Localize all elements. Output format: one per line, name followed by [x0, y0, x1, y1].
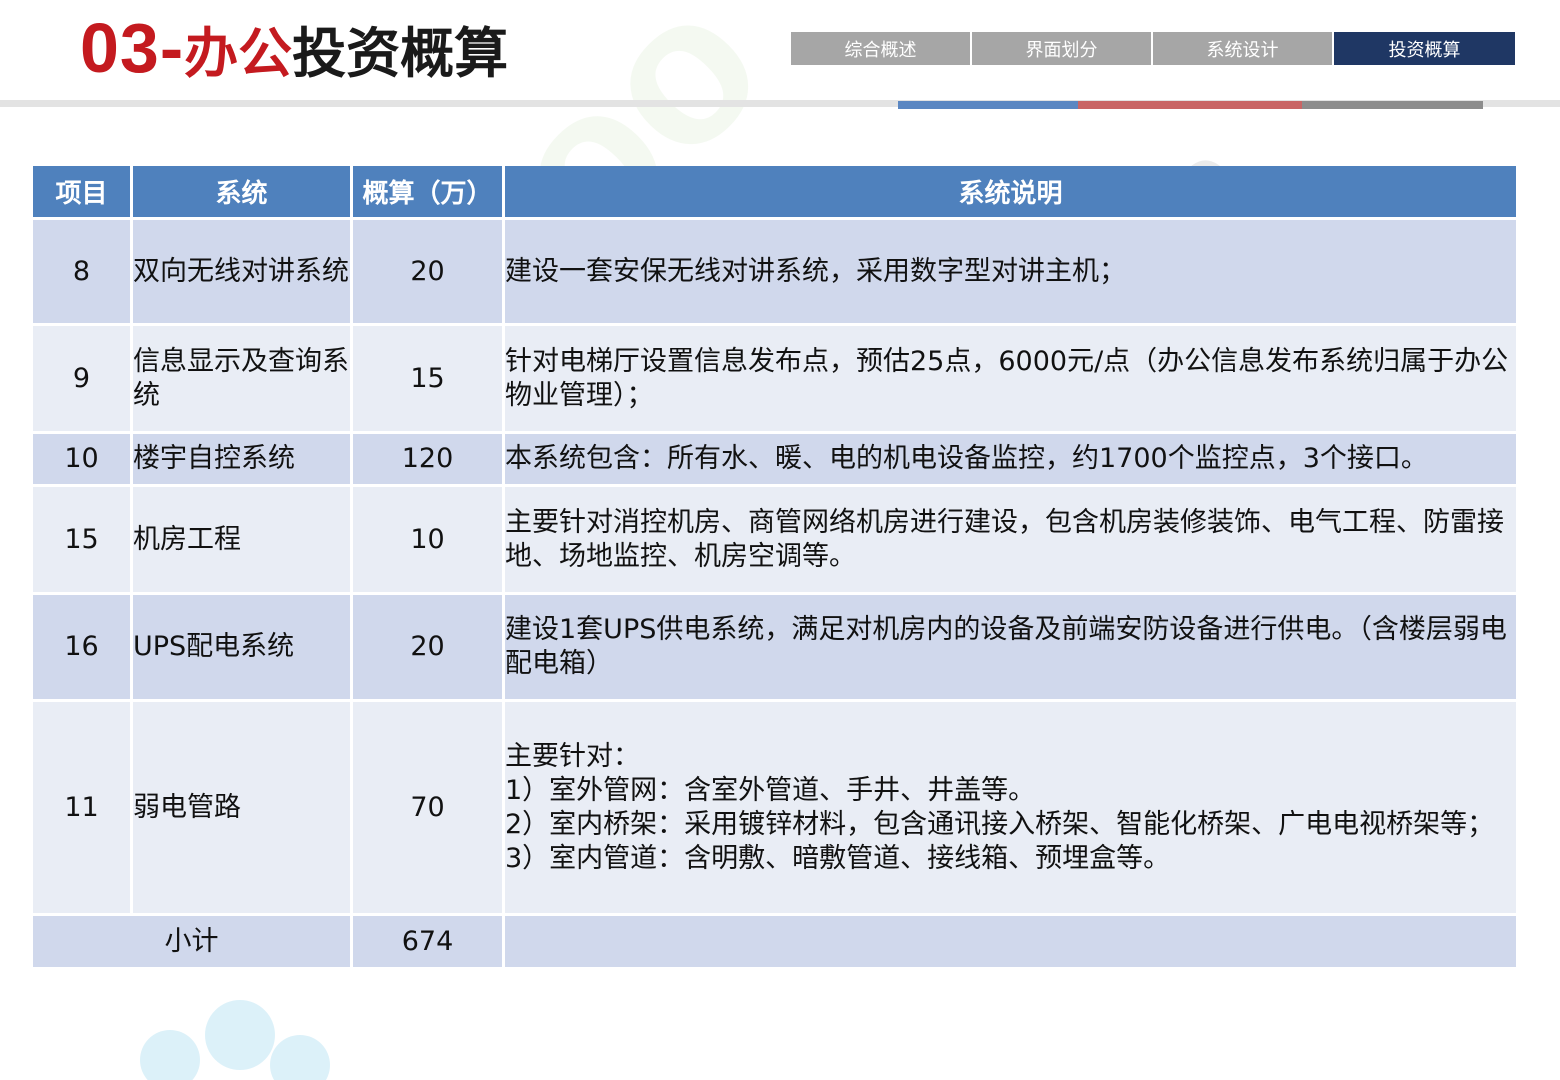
cell-amount: 70 [353, 702, 505, 916]
header-description: 系统说明 [505, 166, 1516, 220]
title-black-text: 投资概算 [292, 22, 509, 85]
decor-petal [205, 1000, 275, 1070]
cell-amount: 20 [353, 220, 505, 326]
subtotal-row: 小计 674 [33, 916, 1516, 970]
cell-system: 双向无线对讲系统 [133, 220, 353, 326]
cell-amount: 20 [353, 595, 505, 702]
cell-description: 主要针对消控机房、商管网络机房进行建设，包含机房装修装饰、电气工程、防雷接地、场… [505, 487, 1516, 595]
header-amount: 概算（万） [353, 166, 505, 220]
divider-accent-red [1078, 101, 1302, 109]
subtotal-description [505, 916, 1516, 970]
decor-petal [270, 1035, 330, 1080]
table-row: 8 双向无线对讲系统 20 建设一套安保无线对讲系统，采用数字型对讲主机； [33, 220, 1516, 326]
description-line: 建设1套UPS供电系统，满足对机房内的设备及前端安防设备进行供电。（含楼层弱电配… [505, 614, 1507, 679]
cell-amount: 10 [353, 487, 505, 595]
cell-item: 16 [33, 595, 133, 702]
table-row: 15 机房工程 10 主要针对消控机房、商管网络机房进行建设，包含机房装修装饰、… [33, 487, 1516, 595]
cell-amount: 15 [353, 326, 505, 434]
decor-petal [140, 1030, 200, 1080]
cell-description: 本系统包含：所有水、暖、电的机电设备监控，约1700个监控点，3个接口。 [505, 434, 1516, 487]
table-row: 11 弱电管路 70 主要针对： 1）室外管网：含室外管道、手井、井盖等。 2）… [33, 702, 1516, 916]
cell-description: 建设一套安保无线对讲系统，采用数字型对讲主机； [505, 220, 1516, 326]
table-row: 16 UPS配电系统 20 建设1套UPS供电系统，满足对机房内的设备及前端安防… [33, 595, 1516, 702]
cell-item: 10 [33, 434, 133, 487]
cell-amount: 120 [353, 434, 505, 487]
tab-investment-estimate[interactable]: 投资概算 [1334, 32, 1515, 65]
description-line: 主要针对： [505, 740, 640, 772]
subtotal-amount: 674 [353, 916, 505, 970]
cell-system: 楼宇自控系统 [133, 434, 353, 487]
title-number: 03- [80, 9, 185, 87]
tab-interface-division[interactable]: 界面划分 [972, 32, 1151, 65]
description-line: 建设一套安保无线对讲系统，采用数字型对讲主机； [505, 255, 1126, 287]
header-system: 系统 [133, 166, 353, 220]
description-line: 1）室外管网：含室外管道、手井、井盖等。 [505, 774, 1036, 806]
table-row: 10 楼宇自控系统 120 本系统包含：所有水、暖、电的机电设备监控，约1700… [33, 434, 1516, 487]
cell-item: 11 [33, 702, 133, 916]
cell-item: 8 [33, 220, 133, 326]
description-line: 2）室内桥架：采用镀锌材料，包含通讯接入桥架、智能化桥架、广电电视桥架等； [505, 808, 1495, 840]
tab-system-design[interactable]: 系统设计 [1153, 32, 1332, 65]
description-line: 3）室内管道：含明敷、暗敷管道、接线箱、预埋盒等。 [505, 842, 1171, 874]
cell-system: UPS配电系统 [133, 595, 353, 702]
description-line: 主要针对消控机房、商管网络机房进行建设，包含机房装修装饰、电气工程、防雷接地、场… [505, 506, 1504, 572]
cell-description: 针对电梯厅设置信息发布点，预估25点，6000元/点（办公信息发布系统归属于办公… [505, 326, 1516, 434]
description-line: 本系统包含：所有水、暖、电的机电设备监控，约1700个监控点，3个接口。 [505, 443, 1428, 474]
cell-description: 建设1套UPS供电系统，满足对机房内的设备及前端安防设备进行供电。（含楼层弱电配… [505, 595, 1516, 702]
section-nav: 综合概述 界面划分 系统设计 投资概算 [791, 32, 1515, 65]
table-row: 9 信息显示及查询系统 15 针对电梯厅设置信息发布点，预估25点，6000元/… [33, 326, 1516, 434]
divider-accent-blue [898, 101, 1078, 109]
table-header-row: 项目 系统 概算（万） 系统说明 [33, 166, 1516, 220]
cell-item: 15 [33, 487, 133, 595]
page-title: 03- 办公 投资概算 [80, 8, 508, 92]
cell-system: 弱电管路 [133, 702, 353, 916]
title-red-text: 办公 [184, 22, 293, 85]
cell-system: 信息显示及查询系统 [133, 326, 353, 434]
description-line: 针对电梯厅设置信息发布点，预估25点，6000元/点（办公信息发布系统归属于办公… [505, 345, 1509, 411]
cell-item: 9 [33, 326, 133, 434]
tab-overview[interactable]: 综合概述 [791, 32, 970, 65]
header-item: 项目 [33, 166, 133, 220]
budget-table: 项目 系统 概算（万） 系统说明 8 双向无线对讲系统 20 建设一套安保无线对… [33, 166, 1516, 970]
divider-accent-gray [1302, 101, 1483, 109]
cell-description: 主要针对： 1）室外管网：含室外管道、手井、井盖等。 2）室内桥架：采用镀锌材料… [505, 702, 1516, 916]
subtotal-label: 小计 [33, 916, 353, 970]
cell-system: 机房工程 [133, 487, 353, 595]
